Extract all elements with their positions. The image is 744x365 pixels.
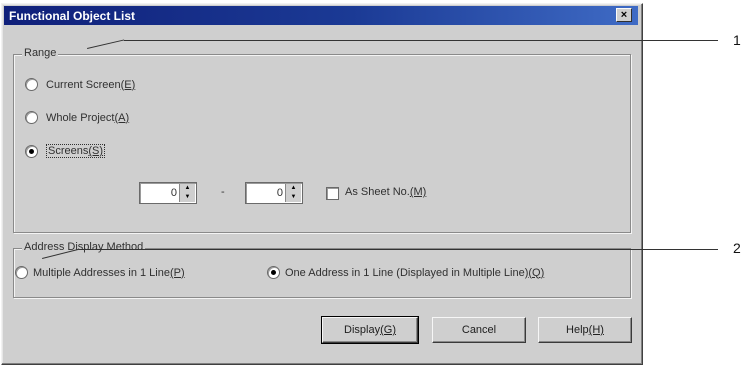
- dialog-title: Functional Object List: [9, 9, 136, 23]
- callout-number-1: 1: [733, 32, 741, 48]
- radio-shortcut: (A): [114, 111, 130, 124]
- range-group-title: Range: [22, 47, 59, 59]
- spinner-value: 0: [276, 187, 283, 199]
- spinner-buttons[interactable]: ▲ ▼: [285, 184, 301, 202]
- radio-one-address[interactable]: One Address in 1 Line (Displayed in Mult…: [267, 266, 544, 279]
- cancel-button[interactable]: Cancel: [432, 317, 526, 343]
- callout-leader-1: [124, 40, 718, 41]
- display-button[interactable]: Display (G): [321, 316, 419, 344]
- radio-shortcut: (P): [169, 266, 185, 279]
- as-sheet-no-checkbox-row[interactable]: As Sheet No.(M): [326, 186, 427, 200]
- radio-focus-label: Screens(S): [46, 144, 106, 158]
- radio-label: One Address in 1 Line (Displayed in Mult…: [285, 266, 529, 279]
- radio-button-checked[interactable]: [25, 144, 38, 158]
- up-arrow-icon[interactable]: ▲: [286, 184, 301, 193]
- checkbox-label: As Sheet No.: [345, 186, 410, 198]
- radio-button[interactable]: [15, 266, 28, 279]
- as-sheet-no-checkbox[interactable]: [326, 187, 339, 200]
- address-group-title: Address Display Method: [22, 241, 146, 253]
- radio-shortcut: (S): [88, 145, 104, 157]
- down-arrow-icon[interactable]: ▼: [286, 193, 301, 202]
- radio-label: Multiple Addresses in 1 Line: [33, 266, 170, 279]
- title-bar[interactable]: Functional Object List ×: [4, 6, 638, 25]
- down-arrow-icon[interactable]: ▼: [180, 193, 195, 202]
- close-icon: ×: [620, 9, 628, 21]
- radio-multiple-addresses[interactable]: Multiple Addresses in 1 Line (P): [15, 266, 185, 279]
- radio-label: Whole Project: [46, 111, 115, 124]
- help-button[interactable]: Help (H): [538, 317, 632, 343]
- screen-from-spinner[interactable]: 0 ▲ ▼: [139, 182, 197, 204]
- up-arrow-icon[interactable]: ▲: [180, 184, 195, 193]
- radio-current-screen[interactable]: Current Screen (E): [25, 78, 135, 91]
- display-button-shortcut: (G): [380, 324, 396, 336]
- radio-label: Current Screen: [46, 78, 121, 91]
- display-button-label: Display: [344, 324, 381, 336]
- help-button-label: Help: [566, 324, 589, 336]
- radio-screens[interactable]: Screens(S): [25, 144, 106, 158]
- range-separator: -: [221, 186, 225, 198]
- functional-object-list-dialog: Functional Object List × Range Current S…: [1, 3, 643, 365]
- radio-label: Screens: [48, 145, 89, 157]
- help-button-shortcut: (H): [588, 324, 604, 336]
- close-button[interactable]: ×: [616, 8, 632, 22]
- spinner-value: 0: [170, 187, 177, 199]
- radio-button[interactable]: [25, 78, 38, 91]
- radio-button[interactable]: [25, 111, 38, 124]
- radio-button-checked[interactable]: [267, 266, 280, 279]
- callout-number-2: 2: [733, 240, 741, 256]
- spinner-buttons[interactable]: ▲ ▼: [179, 184, 195, 202]
- address-display-group: Address Display Method Multiple Addresse…: [13, 241, 631, 298]
- checkbox-shortcut: (M): [409, 186, 427, 198]
- radio-shortcut: (Q): [528, 266, 545, 279]
- radio-shortcut: (E): [120, 78, 136, 91]
- callout-leader-2: [79, 249, 718, 250]
- range-group: Range Current Screen (E) Whole Project (A)…: [13, 47, 631, 233]
- screen-to-spinner[interactable]: 0 ▲ ▼: [245, 182, 303, 204]
- radio-whole-project[interactable]: Whole Project (A): [25, 111, 129, 124]
- cancel-button-label: Cancel: [461, 324, 497, 336]
